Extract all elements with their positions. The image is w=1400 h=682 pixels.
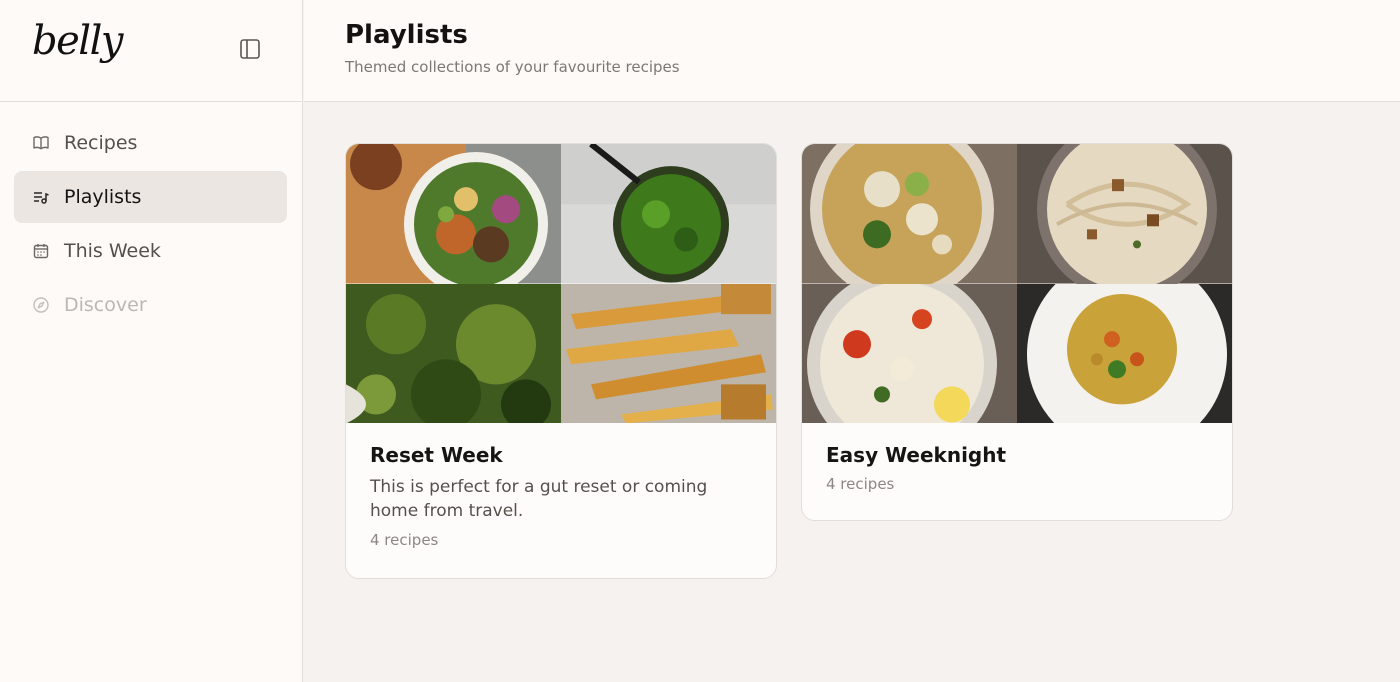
sidebar-item-label: This Week <box>64 240 161 262</box>
playlist-card-reset-week[interactable]: Reset Week This is perfect for a gut res… <box>345 143 777 579</box>
sidebar: belly Recipes Playlists This Week Discov… <box>0 0 303 682</box>
playlist-description: This is perfect for a gut reset or comin… <box>370 477 708 521</box>
playlist-icon <box>31 187 51 207</box>
playlist-recipe-count: 4 recipes <box>370 531 439 549</box>
recipe-thumbnail-tomato-bean-pasta <box>802 283 1017 423</box>
sidebar-item-discover[interactable]: Discover <box>14 279 287 331</box>
playlist-title: Reset Week <box>370 443 503 467</box>
recipe-thumbnail-lentil-dal <box>1017 283 1232 423</box>
sidebar-item-label: Discover <box>64 294 147 316</box>
recipe-thumbnail-green-pesto <box>561 144 776 284</box>
playlist-recipe-count: 4 recipes <box>826 475 895 493</box>
recipe-thumbnail-spinach-curry <box>346 283 561 423</box>
page-subtitle: Themed collections of your favourite rec… <box>345 58 680 76</box>
calendar-icon <box>31 241 51 261</box>
recipe-thumbnail-white-bean-stew <box>802 144 1017 284</box>
playlist-card-easy-weeknight[interactable]: Easy Weeknight 4 recipes <box>801 143 1233 521</box>
sidebar-nav: Recipes Playlists This Week Discover <box>0 102 302 331</box>
playlist-title: Easy Weeknight <box>826 443 1007 467</box>
recipe-thumbnail-tofu-pasta <box>1017 144 1232 284</box>
recipe-thumbnail-roasted-parsnips <box>561 283 776 423</box>
playlist-card-body: Reset Week This is perfect for a gut res… <box>346 423 776 549</box>
playlist-cover-mosaic <box>346 144 776 423</box>
playlist-card-body: Easy Weeknight 4 recipes <box>802 423 1232 493</box>
compass-icon <box>31 295 51 315</box>
page-header: Playlists Themed collections of your fav… <box>304 0 1400 102</box>
sidebar-item-playlists[interactable]: Playlists <box>14 171 287 223</box>
sidebar-item-this-week[interactable]: This Week <box>14 225 287 277</box>
sidebar-header: belly <box>0 0 302 102</box>
recipe-thumbnail-grain-bowl <box>346 144 561 284</box>
book-icon <box>31 133 51 153</box>
sidebar-toggle-button[interactable] <box>236 35 264 63</box>
sidebar-toggle-icon <box>240 39 260 59</box>
app-logo[interactable]: belly <box>32 18 123 64</box>
page-title: Playlists <box>345 20 468 50</box>
playlist-cover-mosaic <box>802 144 1232 423</box>
sidebar-item-label: Playlists <box>64 186 142 208</box>
sidebar-item-recipes[interactable]: Recipes <box>14 117 287 169</box>
sidebar-item-label: Recipes <box>64 132 138 154</box>
